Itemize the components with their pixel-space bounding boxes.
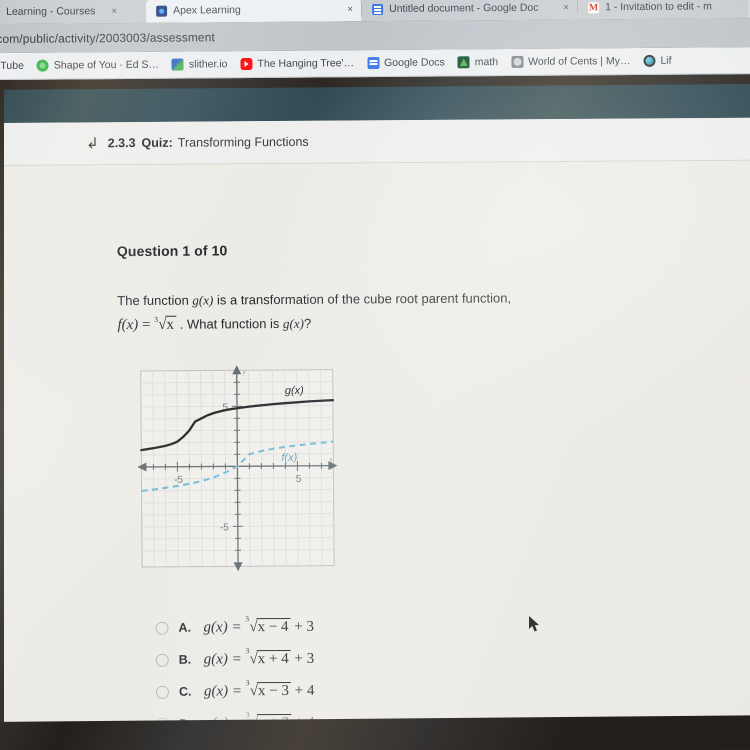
bookmark-youtube[interactable]: uTube xyxy=(0,60,24,72)
bookmark-label: World of Cents | My… xyxy=(528,55,631,68)
x-tick-pos5: 5 xyxy=(296,474,302,485)
screen-left-edge xyxy=(0,90,4,750)
bookmark-label: Google Docs xyxy=(384,56,445,69)
tab-close-icon[interactable]: × xyxy=(347,4,353,15)
radio-button-c[interactable] xyxy=(155,685,170,699)
y-tick-neg5: -5 xyxy=(220,522,229,533)
answer-option-b[interactable]: B. g(x) = 3 √x + 4 + 3 xyxy=(155,641,556,676)
option-expression: g(x) = 3 √x + 4 + 3 xyxy=(203,646,315,668)
back-arrow-icon[interactable]: ↳ xyxy=(86,134,99,152)
quiz-header-bar: ↳ 2.3.3 Quiz: Transforming Functions xyxy=(0,117,750,166)
radio-button-b[interactable] xyxy=(155,653,169,667)
browser-tab-0[interactable]: Learning - Courses × xyxy=(0,0,147,24)
prompt-fx-label: f(x) xyxy=(117,316,139,334)
browser-tab-3[interactable]: M 1 - Invitation to edit - m xyxy=(577,0,749,20)
apex-page: ↳ 2.3.3 Quiz: Transforming Functions Que… xyxy=(0,117,750,728)
apex-icon xyxy=(156,5,168,17)
tab-title: Untitled document - Google Doc xyxy=(389,1,539,15)
screen-bottom-edge xyxy=(0,715,750,750)
bookmark-label: math xyxy=(474,56,499,69)
math-icon xyxy=(457,56,470,69)
root-body: x + 4 xyxy=(256,649,291,667)
x-tick-neg5: -5 xyxy=(174,475,183,486)
slither-icon xyxy=(171,58,185,71)
prompt-tail: . What function is xyxy=(179,315,284,332)
prompt-gx: g(x) xyxy=(192,292,214,308)
prompt-text-a: The function xyxy=(117,292,193,309)
curve-label-g: g(x) xyxy=(285,385,304,397)
cube-root-symbol: 3 √x − 3 xyxy=(246,678,292,699)
function-graph: -5 5 5 -5 g(x) f(x) y x xyxy=(133,364,342,573)
root-index: 3 xyxy=(245,613,250,623)
prompt-equals: = xyxy=(141,316,151,333)
green-circle-icon xyxy=(36,59,49,72)
radio-button-a[interactable] xyxy=(155,621,169,635)
google-docs-icon xyxy=(367,56,380,70)
screen-photo: Learning - Courses × Apex Learning × Unt… xyxy=(0,0,750,750)
bookmark-label: uTube xyxy=(0,59,24,73)
quiz-number: 2.3.3 xyxy=(107,136,136,151)
bookmark-label: Shape of You · Ed S… xyxy=(53,58,160,72)
root-index: 3 xyxy=(245,709,250,719)
root-body: x xyxy=(165,315,176,333)
life-icon xyxy=(643,54,656,67)
question-body: Question 1 of 10 The function g(x) is a … xyxy=(0,160,750,728)
root-body: x − 3 xyxy=(256,681,292,699)
option-letter: B. xyxy=(178,652,192,667)
bookmark-life[interactable]: Lif xyxy=(643,54,672,67)
root-body: x − 4 xyxy=(256,617,291,635)
tab-close-icon[interactable]: × xyxy=(111,6,117,17)
prompt-text-b: is a transformation of the cube root par… xyxy=(213,290,512,308)
browser-tab-1[interactable]: Apex Learning × xyxy=(145,0,362,23)
cube-root-symbol: 3 √x + 4 xyxy=(245,646,291,667)
question-counter: Question 1 of 10 xyxy=(116,242,228,260)
option-lead: g(x) = xyxy=(203,618,242,636)
option-tail: + 3 xyxy=(294,650,315,667)
answer-options: A. g(x) = 3 √x − 4 + 3 B. g(x) = 3 √x + … xyxy=(155,609,556,728)
browser-chrome: Learning - Courses × Apex Learning × Unt… xyxy=(0,0,750,80)
url-text[interactable]: com/public/activity/2003003/assessment xyxy=(0,30,215,46)
bookmark-google-docs[interactable]: Google Docs xyxy=(367,56,445,70)
option-tail: + 3 xyxy=(294,618,315,635)
option-expression: g(x) = 3 √x − 3 + 4 xyxy=(203,678,315,700)
root-index: 3 xyxy=(154,314,158,324)
bookmarks-bar: uTube Shape of You · Ed S… slither.io Th… xyxy=(0,47,750,80)
option-lead: g(x) = xyxy=(203,682,243,700)
tab-title: 1 - Invitation to edit - m xyxy=(605,0,712,14)
prompt-fx: f(x) = 3 √x xyxy=(117,315,179,334)
option-letter: A. xyxy=(178,620,192,635)
cube-root-symbol: 3 √x xyxy=(154,313,176,337)
tab-title: Learning - Courses xyxy=(6,5,96,18)
cube-root-symbol: 3 √x − 4 xyxy=(245,614,291,635)
option-lead: g(x) = xyxy=(203,650,242,668)
tab-close-icon[interactable]: × xyxy=(563,2,569,13)
option-tail: + 4 xyxy=(294,682,315,699)
answer-option-c[interactable]: C. g(x) = 3 √x − 3 + 4 xyxy=(155,673,556,708)
quiz-title: Transforming Functions xyxy=(177,134,309,150)
option-expression: g(x) = 3 √x − 4 + 3 xyxy=(203,614,315,636)
bookmark-shape-of-you[interactable]: Shape of You · Ed S… xyxy=(36,58,160,72)
google-docs-icon xyxy=(372,3,384,15)
bookmark-label: Lif xyxy=(660,54,672,67)
question-prompt: The function g(x) is a transformation of… xyxy=(117,286,587,337)
browser-tab-2[interactable]: Untitled document - Google Doc × xyxy=(361,0,578,22)
bookmark-world-of-cents[interactable]: World of Cents | My… xyxy=(511,55,630,68)
world-of-cents-icon xyxy=(511,55,524,68)
gmail-icon: M xyxy=(588,1,600,13)
option-letter: C. xyxy=(178,684,192,699)
youtube-icon xyxy=(240,57,253,71)
answer-option-a[interactable]: A. g(x) = 3 √x − 4 + 3 xyxy=(155,609,555,644)
tab-title: Apex Learning xyxy=(173,4,241,17)
root-index: 3 xyxy=(245,645,250,655)
prompt-gx2: g(x) xyxy=(282,315,305,331)
curve-label-f: f(x) xyxy=(281,452,297,464)
prompt-qmark: ? xyxy=(303,315,312,331)
bookmark-hanging-tree[interactable]: The Hanging Tree'… xyxy=(240,57,355,71)
root-index: 3 xyxy=(245,677,250,687)
bookmark-slither-io[interactable]: slither.io xyxy=(171,58,228,71)
bookmark-math[interactable]: math xyxy=(457,56,499,69)
bookmark-label: slither.io xyxy=(188,58,228,71)
quiz-type-label: Quiz: xyxy=(141,135,173,150)
bookmark-label: The Hanging Tree'… xyxy=(257,57,355,70)
